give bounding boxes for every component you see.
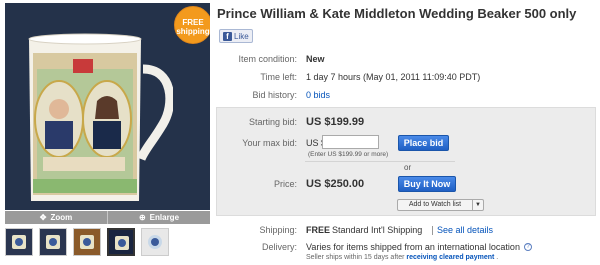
free-shipping-badge: FREE shipping [174,6,210,44]
enlarge-icon: ⊕ [138,213,146,222]
condition-value: New [306,54,325,64]
badge-line2: shipping [176,27,210,36]
price-value: US $250.00 [306,178,365,190]
thumbnail-4[interactable] [107,228,135,256]
image-gallery: FREE shipping ✥ Zoom ⊕ Enlarge [5,3,210,225]
delivery-note: Seller ships within 15 days after receiv… [306,254,498,261]
main-product-image[interactable]: FREE shipping [5,3,210,210]
condition-label: Item condition: [238,54,297,64]
thumbnail-1[interactable] [5,228,33,256]
see-all-details-link[interactable]: See all details [437,225,493,235]
facebook-like-button[interactable]: f Like [219,29,253,43]
enlarge-button[interactable]: ⊕ Enlarge [108,211,210,224]
thumbnail-5[interactable] [141,228,169,256]
zoom-label: Zoom [50,213,73,222]
shipping-method: Standard Int'l Shipping [332,225,423,235]
thumbnail-image [80,235,94,249]
time-left-value: 1 day 7 hours (May 01, 2011 11:09:40 PDT… [306,72,481,82]
thumbnail-2[interactable] [39,228,67,256]
add-to-watch-list-button[interactable]: Add to Watch list ▼ [397,199,484,211]
enlarge-label: Enlarge [149,213,180,222]
shipping-free: FREE [306,225,331,235]
facebook-icon: f [223,31,232,41]
image-toolbar: ✥ Zoom ⊕ Enlarge [5,211,210,224]
delivery-label: Delivery: [261,242,297,252]
thumbnail-strip [5,228,169,256]
bid-history-row: Bid history: 0 bids [217,90,597,102]
zoom-icon: ✥ [39,213,47,222]
thumbnail-3[interactable] [73,228,101,256]
starting-bid-value: US $199.99 [306,116,365,128]
price-label: Price: [273,179,297,189]
thumbnail-image [12,235,26,249]
place-bid-button[interactable]: Place bid [398,135,449,151]
zoom-button[interactable]: ✥ Zoom [5,211,108,224]
starting-bid-row: Starting bid: US $199.99 [217,116,517,130]
delivery-row: Delivery: Varies for items shipped from … [217,242,600,254]
badge-line1: FREE [182,18,204,27]
shipping-label: Shipping: [259,225,297,235]
chevron-down-icon[interactable]: ▼ [473,202,483,208]
bid-history-link[interactable]: 0 bids [306,90,330,100]
cleared-payment-link[interactable]: receiving cleared payment [406,254,494,261]
time-left-label: Time left: [260,72,297,82]
bid-hint: (Enter US $199.99 or more) [308,151,389,158]
time-left-row: Time left: 1 day 7 hours (May 01, 2011 1… [217,72,597,84]
divider [305,161,455,162]
max-bid-label: Your max bid: [242,138,297,148]
note-suffix: . [496,254,499,261]
buy-it-now-button[interactable]: Buy It Now [398,176,456,192]
thumbnail-image [148,235,162,249]
starting-bid-label: Starting bid: [248,117,297,127]
beaker-photo [28,33,173,201]
max-bid-row: Your max bid: [217,138,307,150]
delivery-value: Varies for items shipped from an interna… [306,242,520,252]
shipping-row: Shipping: FREE Standard Int'l Shipping S… [217,225,597,237]
separator [432,226,433,235]
note-prefix: Seller ships within 15 days after [306,254,405,261]
help-icon[interactable]: ? [524,243,532,251]
watch-label: Add to Watch list [398,200,473,210]
max-bid-input[interactable] [322,135,379,149]
like-label: Like [234,31,249,41]
item-title: Prince William & Kate Middleton Wedding … [217,6,577,21]
condition-row: Item condition: New [217,54,597,66]
price-row: Price: US $250.00 [217,178,517,192]
bid-history-label: Bid history: [252,90,297,100]
thumbnail-image [46,235,60,249]
or-label: or [404,163,412,172]
thumbnail-image [115,236,129,250]
